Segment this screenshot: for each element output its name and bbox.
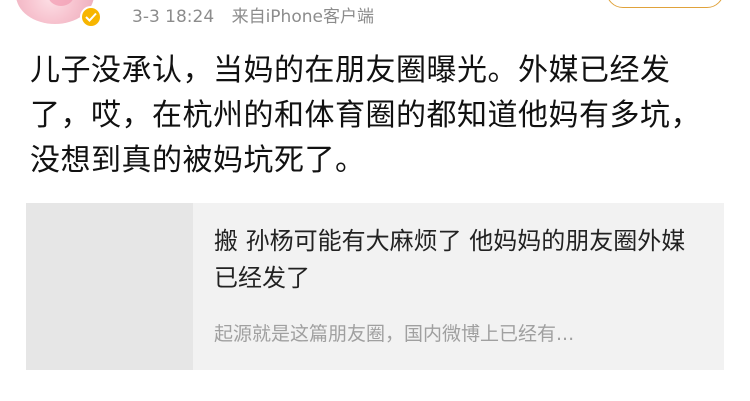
shared-link-description: 起源就是这篇朋友圈，国内微博上已经有... <box>214 323 575 345</box>
post-source: 来自iPhone客户端 <box>231 7 374 27</box>
avatar-image <box>48 0 74 6</box>
follow-button[interactable] <box>606 0 724 8</box>
verified-badge-icon <box>80 6 102 28</box>
checkmark-icon <box>85 12 97 22</box>
post-meta: 3-3 18:24 来自iPhone客户端 <box>132 2 374 27</box>
shared-link-card[interactable]: 搬 孙杨可能有大麻烦了 他妈妈的朋友圈外媒已经发了 起源就是这篇朋友圈，国内微博… <box>26 203 724 370</box>
shared-link-thumbnail <box>26 203 193 370</box>
post-text: 儿子没承认，当妈的在朋友圈曝光。外媒已经发了，哎，在杭州的和体育圈的都知道他妈有… <box>30 53 701 178</box>
shared-link-title: 搬 孙杨可能有大麻烦了 他妈妈的朋友圈外媒已经发了 <box>214 227 686 292</box>
post-time: 3-3 18:24 <box>132 7 215 27</box>
